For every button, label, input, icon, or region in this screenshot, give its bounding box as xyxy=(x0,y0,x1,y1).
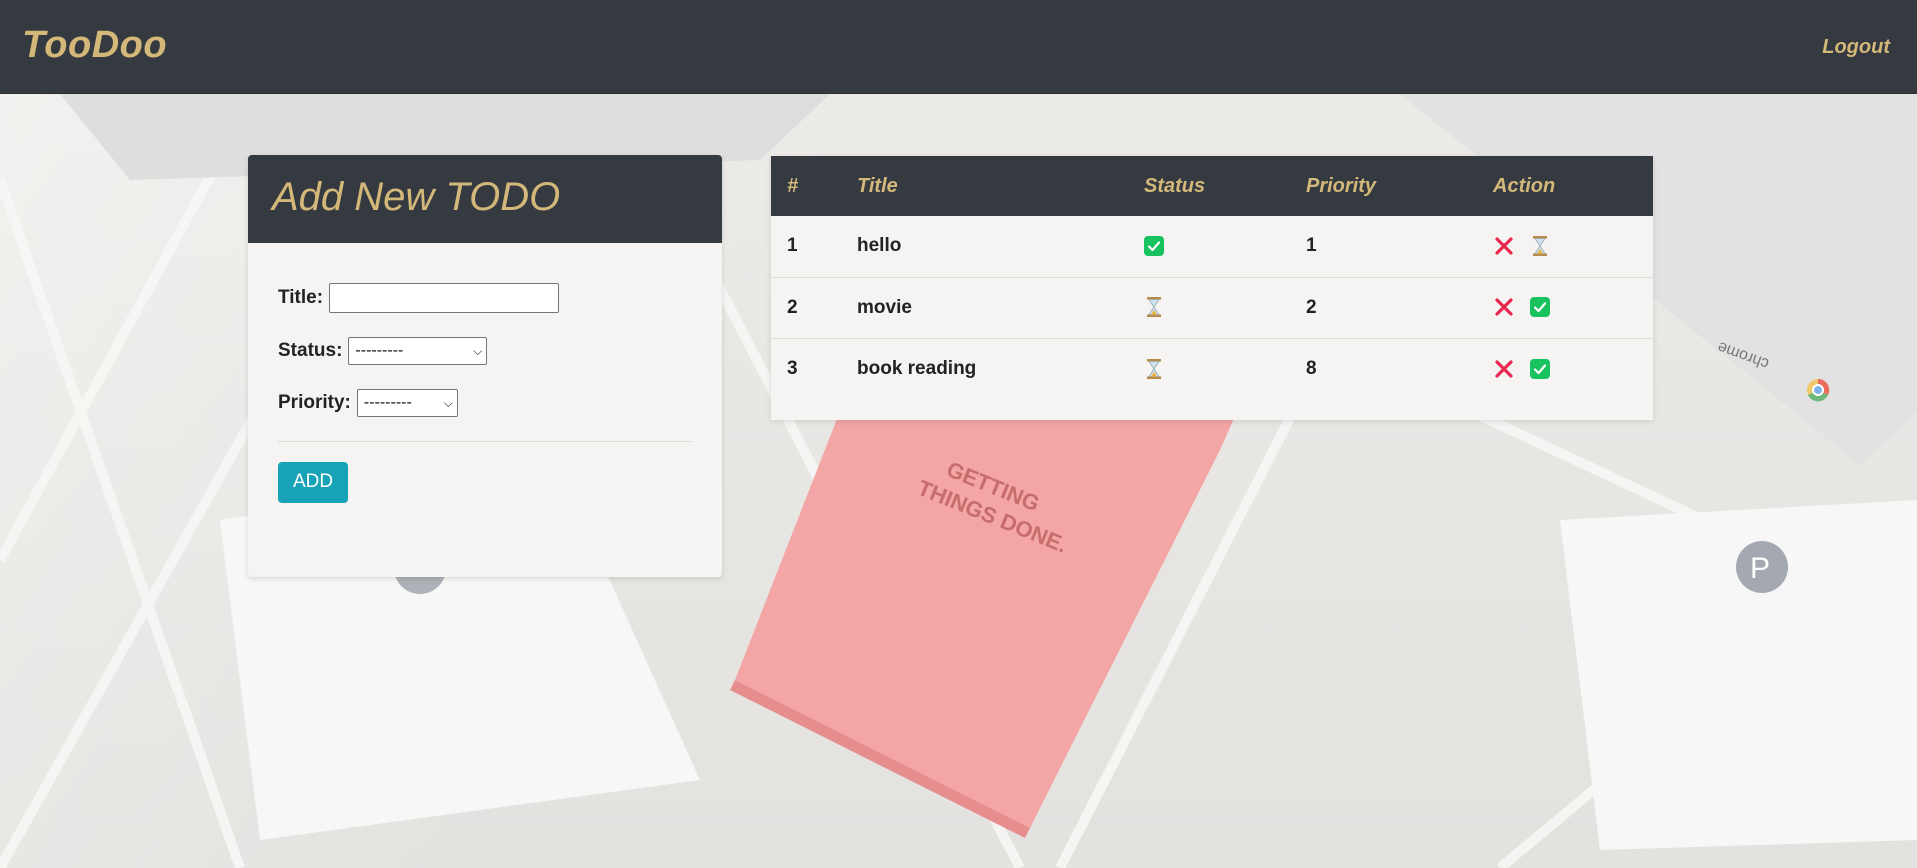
row-number: 1 xyxy=(787,235,798,257)
header-number: # xyxy=(787,174,799,197)
delete-x-icon[interactable] xyxy=(1493,358,1515,380)
title-field-row: Title: xyxy=(278,283,692,313)
table-row: 3 book reading 8 xyxy=(771,338,1653,399)
row-title: movie xyxy=(857,296,912,318)
title-input[interactable] xyxy=(329,283,560,313)
row-status xyxy=(1128,277,1290,338)
header-status: Status xyxy=(1144,174,1206,197)
priority-field-row: Priority: --------- ⌵ xyxy=(278,389,692,417)
priority-select[interactable]: --------- ⌵ xyxy=(356,389,458,417)
row-title: book reading xyxy=(857,357,977,379)
chevron-down-icon: ⌵ xyxy=(473,343,483,358)
row-priority: 1 xyxy=(1306,235,1317,257)
mark-done-check-icon[interactable] xyxy=(1530,297,1551,318)
row-number: 2 xyxy=(787,296,798,318)
todo-table-container: # Title Status Priority Action 1 hello 1 xyxy=(771,156,1653,420)
header-title: Title xyxy=(857,174,898,197)
navbar: TooDoo Logout xyxy=(0,0,1917,94)
mark-pending-hourglass-icon[interactable] xyxy=(1530,235,1550,257)
mark-done-check-icon[interactable] xyxy=(1530,358,1551,379)
status-label: Status: xyxy=(278,340,343,361)
row-actions xyxy=(1477,338,1653,399)
chevron-down-icon: ⌵ xyxy=(443,395,453,410)
delete-x-icon[interactable] xyxy=(1493,235,1515,257)
divider xyxy=(278,441,692,442)
add-todo-card: Add New TODO Title: Status: --------- ⌵ … xyxy=(248,155,722,577)
add-button[interactable]: ADD xyxy=(278,462,349,503)
table-row: 2 movie 2 xyxy=(771,277,1653,338)
status-pending-hourglass-icon xyxy=(1147,297,1161,318)
row-priority: 8 xyxy=(1306,357,1317,379)
logout-link[interactable]: Logout xyxy=(1822,36,1890,59)
status-pending-hourglass-icon xyxy=(1147,358,1161,379)
status-field-row: Status: --------- ⌵ xyxy=(278,337,692,365)
table-row: 1 hello 1 xyxy=(771,216,1653,277)
row-actions xyxy=(1477,277,1653,338)
header-priority: Priority xyxy=(1306,174,1377,197)
row-priority: 2 xyxy=(1306,296,1317,318)
row-status xyxy=(1128,338,1290,399)
add-todo-form: Title: Status: --------- ⌵ Priority: ---… xyxy=(248,243,722,503)
brand-logo[interactable]: TooDoo xyxy=(22,24,167,67)
card-header: Add New TODO xyxy=(248,155,722,243)
row-number: 3 xyxy=(787,357,798,379)
status-select-value: --------- xyxy=(355,342,404,359)
row-actions xyxy=(1477,216,1653,277)
svg-text:P: P xyxy=(1750,552,1770,585)
priority-label: Priority: xyxy=(278,392,351,413)
chrome-logo xyxy=(1807,378,1830,402)
header-action: Action xyxy=(1493,174,1556,197)
row-status xyxy=(1128,216,1290,277)
delete-x-icon[interactable] xyxy=(1493,296,1515,318)
todo-table: # Title Status Priority Action 1 hello 1 xyxy=(771,156,1653,399)
status-done-check-icon xyxy=(1144,236,1164,257)
priority-select-value: --------- xyxy=(363,394,412,411)
title-label: Title: xyxy=(278,287,324,308)
card-title: Add New TODO xyxy=(272,175,561,219)
status-select[interactable]: --------- ⌵ xyxy=(348,337,488,365)
table-header-row: # Title Status Priority Action xyxy=(771,156,1653,216)
row-title: hello xyxy=(857,235,902,257)
